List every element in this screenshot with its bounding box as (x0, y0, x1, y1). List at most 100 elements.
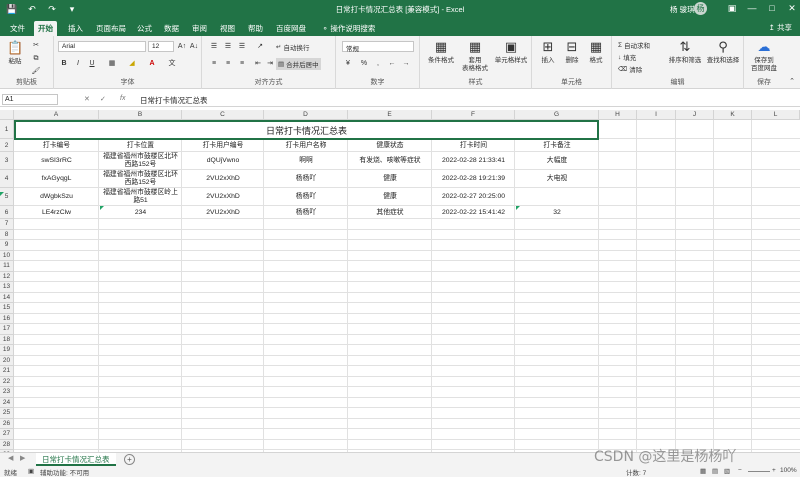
table-cell[interactable]: dQUjVwno (183, 152, 263, 170)
font-color-icon[interactable]: A (146, 58, 158, 69)
column-header[interactable]: J (676, 110, 714, 120)
row-header[interactable]: 14 (0, 292, 14, 303)
header-cell[interactable]: 打卡位置 (100, 139, 181, 152)
row-header[interactable]: 26 (0, 418, 14, 429)
shrink-font-icon[interactable]: A↓ (188, 41, 200, 52)
row-header[interactable]: 13 (0, 282, 14, 293)
column-header[interactable]: K (714, 110, 752, 120)
maximize-icon[interactable]: □ (762, 2, 782, 15)
row-header[interactable]: 15 (0, 303, 14, 314)
cut-icon[interactable]: ✂ (30, 40, 42, 51)
collapse-ribbon-icon[interactable]: ⌃ (786, 76, 798, 87)
row-header[interactable]: 17 (0, 324, 14, 335)
table-cell[interactable]: 32 (516, 206, 598, 219)
row-header[interactable]: 21 (0, 366, 14, 377)
add-sheet-icon[interactable]: + (124, 454, 135, 465)
column-header[interactable]: C (182, 110, 264, 120)
enter-icon[interactable]: ✓ (100, 95, 106, 103)
tab-data[interactable]: 数据 (160, 21, 183, 36)
table-cell[interactable]: 健康 (349, 170, 431, 188)
fill-button[interactable]: ↓ 填充 (618, 52, 636, 63)
sheet-title-cell[interactable]: 日常打卡情况汇总表 (14, 120, 599, 140)
table-cell[interactable]: 2VU2xXhD (183, 170, 263, 188)
zoom-in-icon[interactable]: + (772, 467, 776, 474)
table-cell[interactable]: 其他症状 (349, 206, 431, 219)
error-indicator-icon[interactable] (516, 206, 520, 210)
row-header[interactable]: 19 (0, 345, 14, 356)
autosum-button[interactable]: Σ 自动求和 (618, 40, 650, 51)
table-cell[interactable]: 有发烧、咳嗽等症状 (349, 152, 431, 170)
table-cell[interactable]: 2022-02-27 20:25:00 (433, 188, 514, 206)
format-painter-icon[interactable]: 🖌 (30, 66, 42, 77)
avatar[interactable]: 杨 (694, 2, 707, 15)
row-header[interactable]: 10 (0, 250, 14, 261)
save-to-baidu-button[interactable]: ☁ 保存到 百度网盘 (746, 39, 782, 73)
ribbon-display-icon[interactable]: ▣ (722, 2, 742, 15)
row-header[interactable]: 5 (0, 188, 14, 206)
tab-page-layout[interactable]: 页面布局 (92, 21, 130, 36)
header-cell[interactable]: 健康状态 (349, 139, 431, 152)
tab-formulas[interactable]: 公式 (133, 21, 156, 36)
zoom-slider[interactable] (748, 471, 770, 472)
row-header[interactable]: 16 (0, 313, 14, 324)
bold-button[interactable]: B (58, 58, 70, 69)
row-header[interactable]: 28 (0, 439, 14, 450)
tab-home[interactable]: 开始 (34, 21, 57, 36)
italic-button[interactable]: I (72, 58, 84, 69)
orientation-icon[interactable]: ↗ (254, 41, 266, 52)
row-header[interactable]: 8 (0, 229, 14, 240)
formula-input[interactable]: 日常打卡情况汇总表 (140, 95, 208, 106)
table-cell[interactable]: 2VU2xXhD (183, 188, 263, 206)
table-cell[interactable]: 大幅度 (516, 152, 598, 170)
align-bottom-icon[interactable]: ☰ (236, 41, 248, 52)
error-indicator-icon[interactable] (100, 206, 104, 210)
find-select-button[interactable]: ⚲ 查找和选择 (704, 39, 742, 65)
accessibility-status[interactable]: 辅助功能: 不可用 (40, 467, 89, 477)
zoom-level[interactable]: 100% (780, 467, 797, 474)
user-name[interactable]: 杨 骏琪 (670, 4, 695, 15)
column-header[interactable]: I (637, 110, 676, 120)
row-header[interactable]: 3 (0, 152, 14, 170)
comma-icon[interactable]: , (372, 58, 384, 69)
tab-file[interactable]: 文件 (6, 21, 29, 36)
currency-icon[interactable]: ¥ (342, 58, 354, 69)
phonetic-icon[interactable]: 文 (166, 58, 178, 69)
table-cell[interactable]: 2VU2xXhD (183, 206, 263, 219)
row-header[interactable]: 22 (0, 376, 14, 387)
wrap-text-button[interactable]: ↵ 自动换行 (276, 42, 309, 52)
column-header[interactable]: E (348, 110, 432, 120)
header-cell[interactable]: 打卡用户编号 (183, 139, 263, 152)
number-format-select[interactable]: 常规 (342, 41, 414, 53)
insert-function-icon[interactable]: fx (120, 95, 125, 102)
column-header[interactable]: H (599, 110, 637, 120)
row-header[interactable]: 20 (0, 355, 14, 366)
align-left-icon[interactable]: ≡ (208, 58, 220, 69)
table-cell[interactable]: 杨杨吖 (265, 170, 347, 188)
table-cell[interactable]: 啊啊 (265, 152, 347, 170)
copy-icon[interactable]: ⧉ (30, 53, 42, 64)
align-middle-icon[interactable]: ☰ (222, 41, 234, 52)
font-name-select[interactable]: Arial (58, 41, 146, 52)
close-icon[interactable]: ✕ (782, 2, 800, 15)
table-cell[interactable]: swSI3rRC (15, 152, 98, 170)
row-header[interactable]: 23 (0, 387, 14, 398)
decrease-decimal-icon[interactable]: → (400, 58, 412, 69)
header-cell[interactable]: 打卡备注 (516, 139, 598, 152)
align-center-icon[interactable]: ≡ (222, 58, 234, 69)
increase-decimal-icon[interactable]: ← (386, 58, 398, 69)
column-header[interactable]: F (432, 110, 515, 120)
insert-cells-button[interactable]: ⊞ 插入 (536, 39, 560, 65)
header-cell[interactable]: 打卡用户名称 (265, 139, 347, 152)
cancel-icon[interactable]: ✕ (84, 95, 90, 103)
error-indicator-icon[interactable] (0, 192, 4, 196)
table-cell[interactable]: 福建省福州市鼓楼区北环西路152号 (100, 152, 181, 170)
table-cell[interactable]: 234 (100, 206, 181, 219)
table-cell[interactable]: 杨杨吖 (265, 206, 347, 219)
tell-me-search[interactable]: ⚬ 操作说明搜索 (318, 21, 379, 36)
row-header[interactable]: 9 (0, 240, 14, 251)
tab-review[interactable]: 审阅 (188, 21, 211, 36)
clear-button[interactable]: ⌫ 清除 (618, 64, 642, 74)
row-header[interactable]: 7 (0, 219, 14, 230)
fill-color-icon[interactable]: ◢ (126, 58, 138, 69)
align-top-icon[interactable]: ☰ (208, 41, 220, 52)
